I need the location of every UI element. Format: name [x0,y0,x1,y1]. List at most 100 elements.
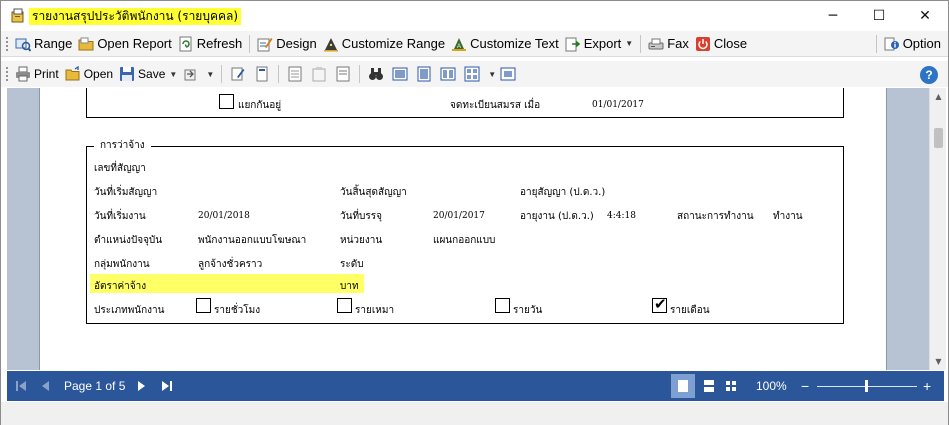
first-page-icon[interactable] [15,371,27,401]
maximize-button[interactable]: ☐ [856,1,902,31]
close-button[interactable]: Close [692,33,750,55]
page-icon[interactable] [254,66,270,82]
open-folder-icon [65,66,80,81]
toolbar-separator [249,34,251,53]
document-map-icon[interactable] [287,66,303,82]
type-lump-label: รายเหมา [355,305,395,316]
multipage-view-icon[interactable] [721,371,741,401]
export-icon [565,37,580,51]
scroll-up-icon[interactable]: ▲ [930,88,947,105]
option-icon [884,37,899,50]
next-page-icon[interactable] [136,371,148,401]
scroll-down-icon[interactable]: ▼ [930,353,947,370]
contract-start-label: วันที่เริ่มสัญญา [94,187,158,198]
last-page-icon[interactable] [161,371,173,401]
folder-icon [78,37,94,50]
viewer-toolbar: Print Open Save ▼ ▼ ▼ [1,61,948,87]
work-status-label: สถานะการทำงาน [677,211,754,222]
zoom-slider-thumb[interactable] [865,380,868,392]
pages-dropdown-icon[interactable]: ▼ [488,70,496,79]
unit-value: แผนกออกแบบ [433,235,496,246]
toolbar-separator [875,34,877,53]
vertical-scrollbar[interactable]: ▲ ▼ [929,88,946,370]
wizard-text-icon: A [452,37,467,51]
send-button[interactable]: ▼ [180,63,217,85]
print-label: Print [34,67,59,81]
option-button[interactable]: Option [881,33,944,55]
position-value: พนักงานออกแบบโฆษณา [198,235,307,246]
minimize-button[interactable]: ─ [810,1,856,31]
confirm-date-label: วันที่บรรจุ [340,211,382,222]
customize-text-label: Customize Text [470,36,559,51]
toolbar-separator [359,65,361,83]
wizard-hat-icon [323,37,338,51]
toolbar-separator [278,65,280,83]
page-width-icon[interactable] [416,66,432,82]
emp-type-label: ประเภทพนักงาน [94,305,165,316]
clipboard-icon[interactable] [311,66,327,82]
design-button[interactable]: Design [254,33,319,55]
zoom-level: 100% [756,379,787,393]
zoom-in-icon[interactable]: + [923,371,931,401]
zoom-out-icon[interactable]: − [801,371,809,401]
work-age-label: อายุงาน (ป.ด.ว.) [520,211,594,222]
two-pages-icon[interactable] [440,66,456,82]
marriage-reg-date: 01/01/2017 [592,100,644,110]
separated-checkbox [219,94,234,109]
export-button[interactable]: Export ▼ [562,33,637,55]
work-status-value: ทำงาน [773,211,803,222]
fax-icon [648,38,664,49]
customize-range-button[interactable]: Customize Range [320,33,448,55]
marriage-reg-label: จดทะเบียนสมรส เมื่อ [450,100,541,111]
send-dropdown-icon[interactable]: ▼ [206,70,214,79]
contract-no-label: เลขที่สัญญา [94,163,146,174]
separated-label: แยกกันอยู่ [238,100,282,111]
wage-label: อัตราค่าจ้าง [94,281,147,292]
design-icon [257,37,273,51]
group-value: ลูกจ้างชั่วคราว [198,259,263,270]
save-dropdown-icon[interactable]: ▼ [169,70,177,79]
one-page-icon[interactable] [392,66,408,82]
toolbar-separator [221,65,223,83]
lump-sum-checkbox [337,298,352,313]
range-button[interactable]: Range [12,33,75,55]
notes-icon[interactable] [335,66,351,82]
continuous-view-icon[interactable] [699,371,719,401]
contract-age-label: อายุสัญญา (ป.ด.ว.) [520,187,606,198]
export-dropdown-icon[interactable]: ▼ [625,39,633,48]
contract-end-label: วันสิ้นสุดสัญญา [340,187,407,198]
monthly-checkbox-checked [652,295,667,313]
svg-text:A: A [457,44,461,50]
close-window-button[interactable]: ✕ [902,1,948,31]
open-button[interactable]: Open [62,63,116,85]
report-preview-area: แยกกันอยู่ จดทะเบียนสมรส เมื่อ 01/01/201… [7,88,929,370]
help-icon[interactable]: ? [920,66,938,84]
toolbar-grip[interactable] [5,35,9,52]
customize-text-button[interactable]: A Customize Text [448,33,562,55]
refresh-icon [179,36,192,51]
open-label: Open [83,67,114,81]
thumbnails-icon[interactable] [500,66,516,82]
confirm-date-value: 20/01/2017 [433,211,485,221]
edit-icon[interactable] [230,66,246,82]
printer-icon [16,66,30,82]
open-report-button[interactable]: Open Report [75,33,174,55]
previous-page-icon[interactable] [39,371,51,401]
group-label: กลุ่มพนักงาน [94,259,150,270]
find-binoculars-icon[interactable] [368,66,384,82]
refresh-label: Refresh [196,36,243,51]
zoom-slider[interactable] [817,371,917,401]
title-bar: รายงานสรุปประวัติพนักงาน (รายบุคคล) ─ ☐ … [1,1,948,31]
print-button[interactable]: Print [12,63,62,85]
report-page: แยกกันอยู่ จดทะเบียนสมรส เมื่อ 01/01/201… [39,88,887,370]
fax-button[interactable]: Fax [645,33,692,55]
export-label: Export [583,36,622,51]
multiple-pages-icon[interactable] [464,66,480,82]
save-button[interactable]: Save ▼ [116,63,180,85]
single-page-view-icon[interactable] [671,374,695,398]
refresh-button[interactable]: Refresh [175,33,246,55]
scroll-thumb[interactable] [934,128,943,148]
status-bar: Page 1 of 5 100% − + [7,371,944,401]
viewer-toolbar-grip[interactable] [5,66,9,82]
type-hourly-label: รายชั่วโมง [214,305,261,316]
